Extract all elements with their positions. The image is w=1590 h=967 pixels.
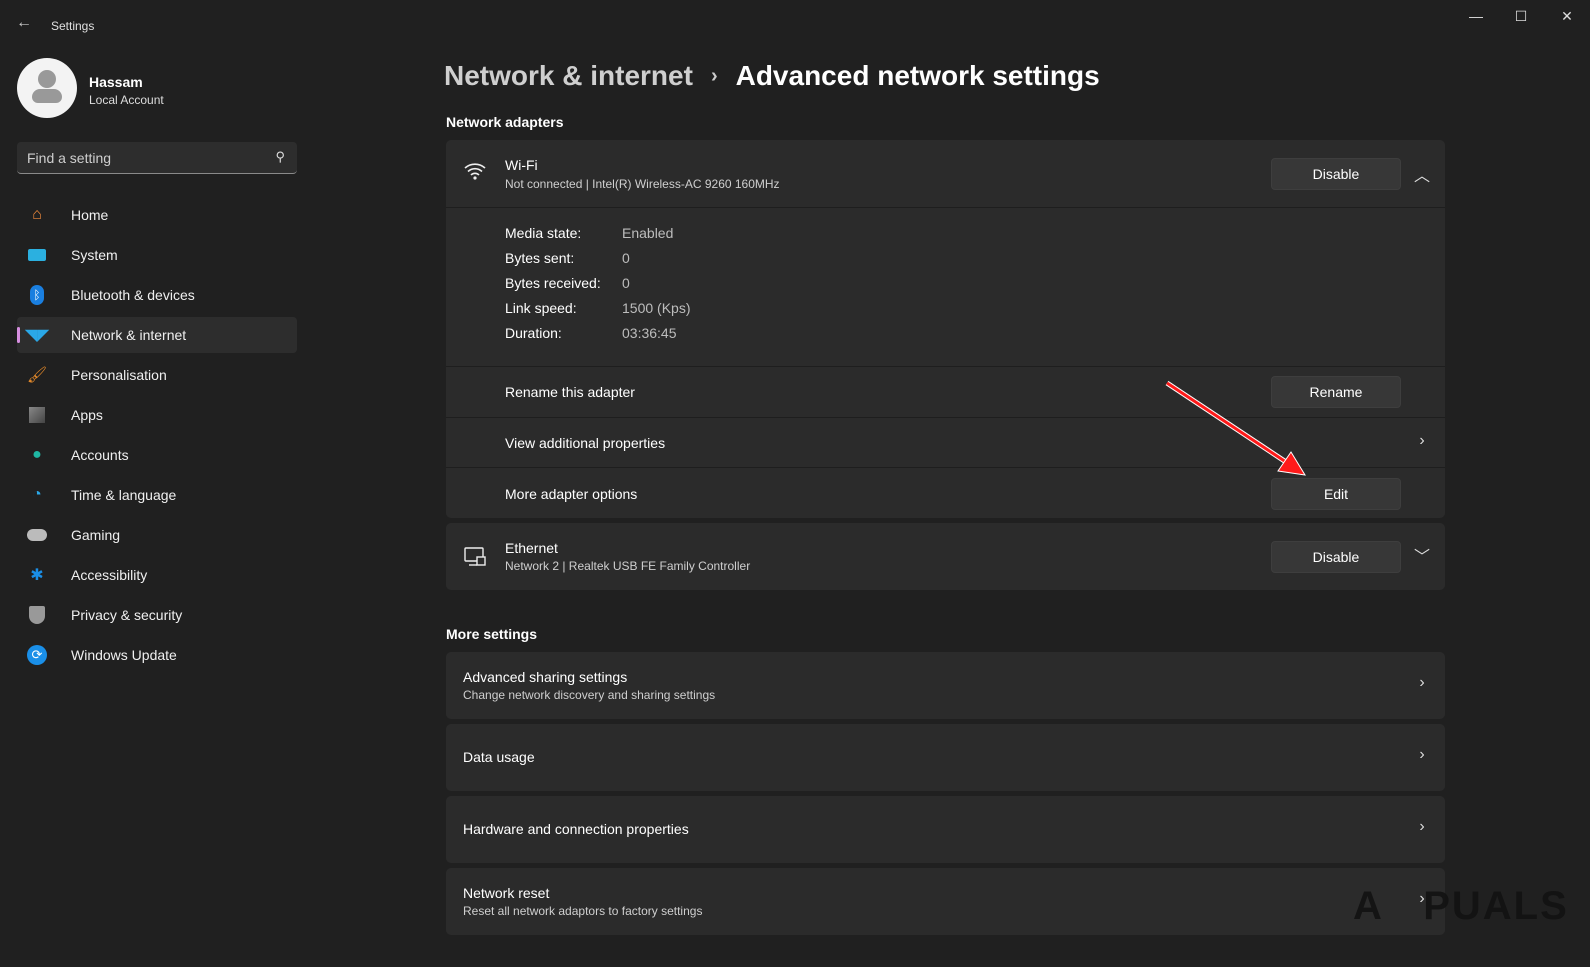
appuals-watermark: A PUALS <box>1353 884 1569 928</box>
red-arrow-annotation <box>1165 380 1306 476</box>
